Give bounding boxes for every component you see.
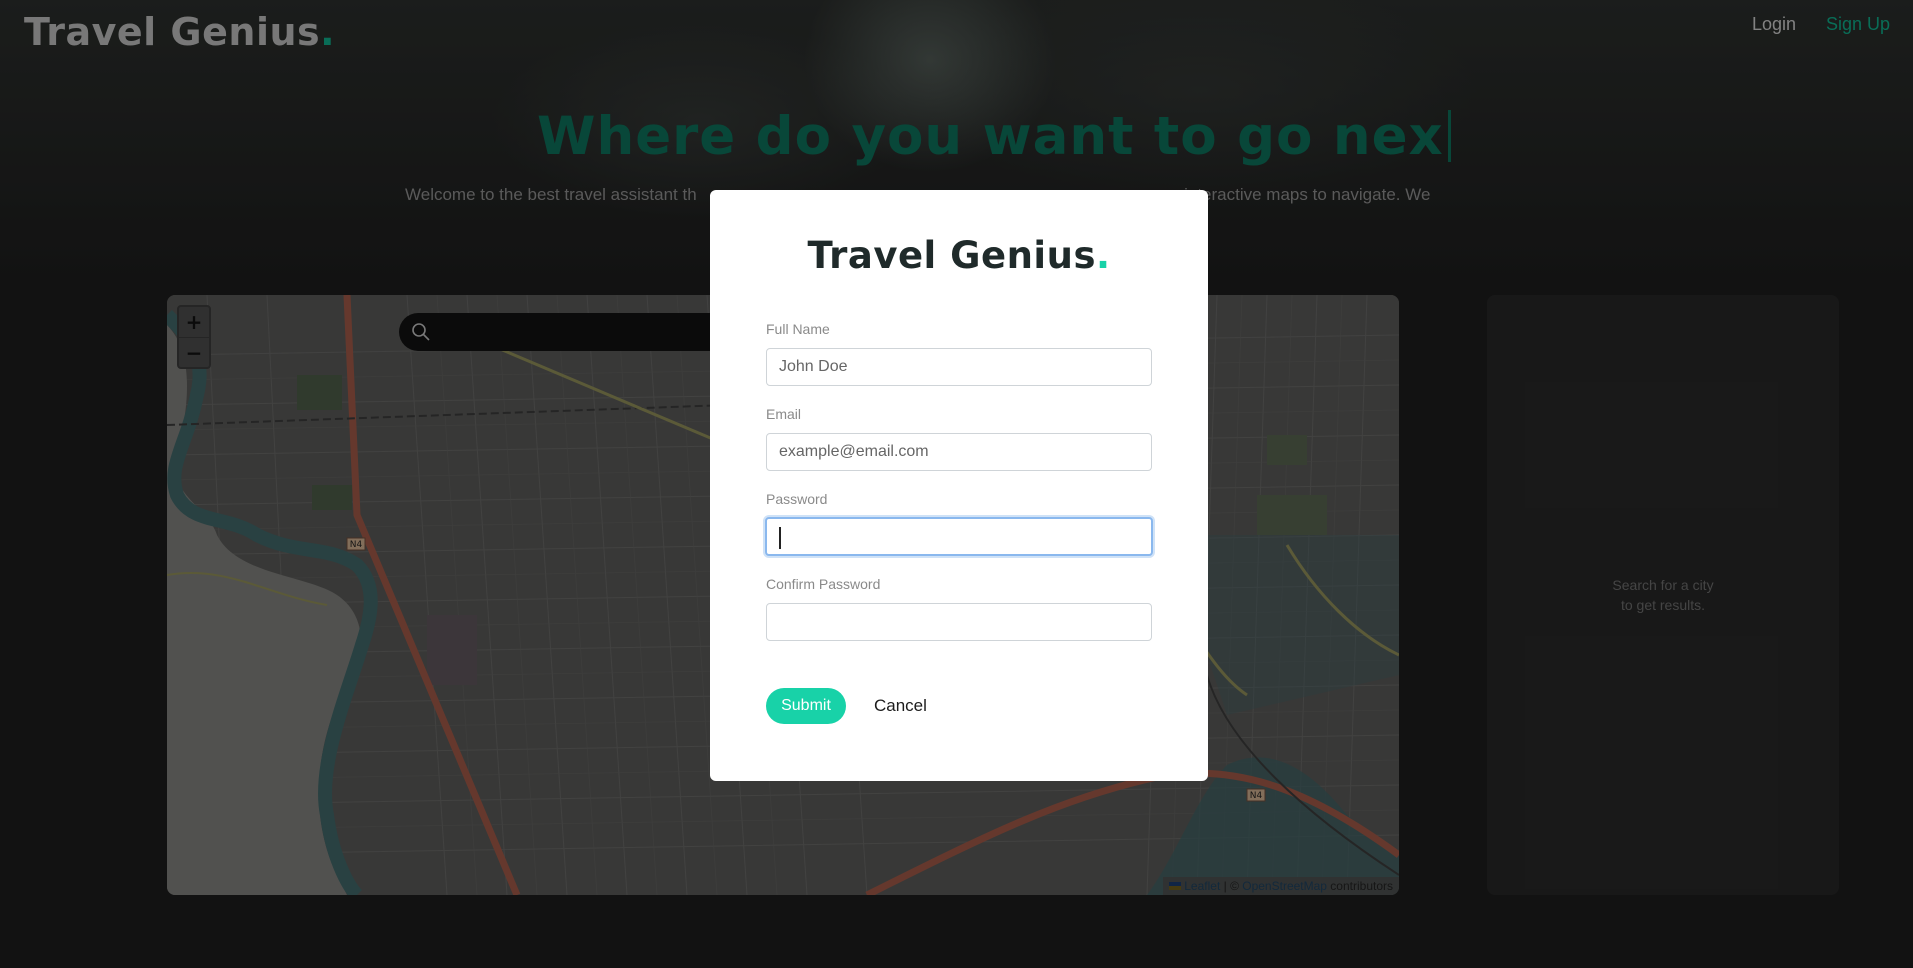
text-cursor [779,527,781,549]
full-name-label: Full Name [766,321,830,337]
email-field[interactable] [766,433,1152,471]
password-label: Password [766,491,828,507]
full-name-input[interactable] [767,349,1151,385]
email-label: Email [766,406,802,422]
confirm-password-field[interactable] [766,603,1152,641]
cancel-button[interactable]: Cancel [874,688,927,724]
confirm-password-input[interactable] [767,604,1151,640]
email-input[interactable] [767,434,1151,470]
full-name-field[interactable] [766,348,1152,386]
modal-logo: Travel Genius. [710,234,1208,277]
submit-button[interactable]: Submit [766,688,846,724]
password-input[interactable] [767,519,1151,554]
modal-logo-text: Travel Genius [807,234,1096,277]
password-field[interactable] [765,517,1153,556]
modal-logo-dot: . [1095,234,1111,277]
confirm-password-label: Confirm Password [766,576,881,592]
signup-modal: Travel Genius. Full Name Email Password … [710,190,1208,781]
